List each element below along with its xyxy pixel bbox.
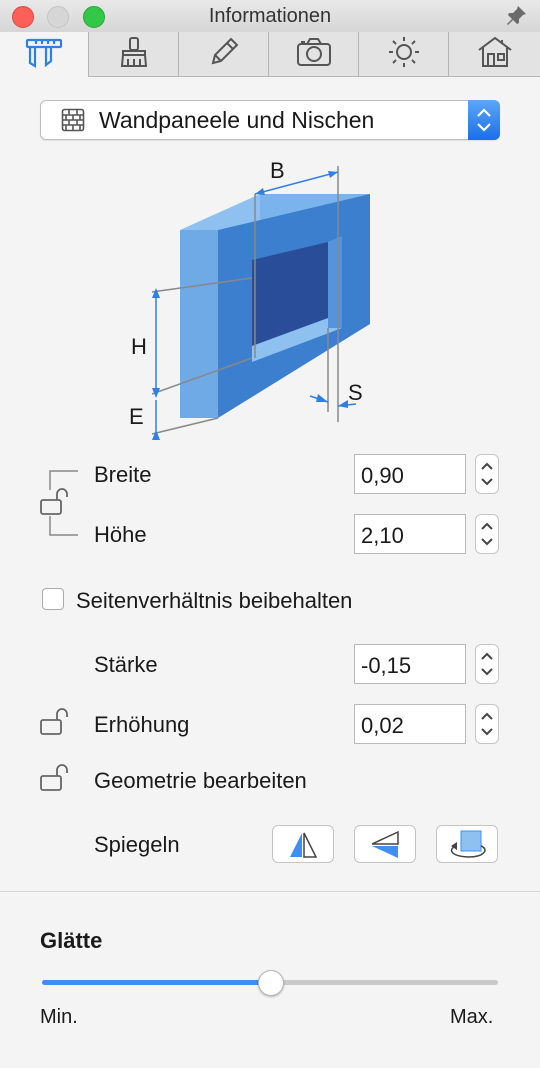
flip-vertical-icon	[369, 829, 401, 866]
mirror-vertical-button[interactable]	[354, 825, 416, 863]
elevation-stepper[interactable]	[475, 704, 499, 744]
proportion-lock-icon[interactable]	[39, 486, 73, 523]
smoothness-max-label: Max.	[450, 1006, 494, 1028]
height-label: Höhe	[94, 522, 147, 547]
tab-material[interactable]	[88, 32, 179, 76]
object-type-popup[interactable]: Wandpaneele und Nischen	[40, 100, 500, 140]
height-field[interactable]: 2,10	[354, 514, 466, 554]
brick-icon	[61, 108, 85, 137]
tab-edit[interactable]	[178, 32, 269, 76]
popup-chevron-icon	[468, 100, 500, 140]
flip-horizontal-icon	[287, 830, 319, 865]
elevation-lock-icon[interactable]	[39, 706, 73, 743]
sun-icon	[387, 35, 421, 74]
rotate-button[interactable]	[436, 825, 498, 863]
diagram-label-width: B	[270, 158, 285, 183]
caliper-icon	[24, 35, 64, 74]
thickness-field[interactable]: -0,15	[354, 644, 466, 684]
width-field[interactable]: 0,90	[354, 454, 466, 494]
keep-aspect-label: Seitenverhältnis beibehalten	[76, 588, 353, 613]
thickness-label: Stärke	[94, 652, 158, 677]
mirror-label: Spiegeln	[94, 832, 180, 857]
smoothness-slider-knob[interactable]	[258, 970, 284, 996]
pin-icon[interactable]	[504, 4, 528, 33]
width-label: Breite	[94, 462, 152, 487]
section-separator	[0, 891, 540, 892]
diagram-label-height: H	[131, 334, 147, 359]
edit-geometry-label: Geometrie bearbeiten	[94, 768, 307, 793]
height-stepper[interactable]	[475, 514, 499, 554]
pencil-icon	[207, 35, 241, 74]
keep-aspect-checkbox[interactable]	[42, 588, 64, 610]
tab-light[interactable]	[358, 32, 449, 76]
smoothness-slider-fill	[42, 980, 270, 985]
rotate-icon	[445, 829, 491, 866]
title-bar: Informationen	[0, 0, 540, 33]
width-stepper[interactable]	[475, 454, 499, 494]
inspector-tabs	[0, 32, 540, 77]
tab-dimensions[interactable]	[0, 32, 88, 77]
diagram-label-elevation: E	[129, 404, 144, 429]
object-type-label: Wandpaneele und Nischen	[99, 107, 375, 133]
elevation-label: Erhöhung	[94, 712, 190, 737]
window-title: Informationen	[208, 5, 332, 27]
brush-icon	[118, 35, 150, 74]
tab-building[interactable]	[448, 32, 540, 76]
niche-diagram	[151, 166, 370, 440]
elevation-field[interactable]: 0,02	[354, 704, 466, 744]
tab-camera[interactable]	[268, 32, 359, 76]
smoothness-min-label: Min.	[40, 1006, 78, 1028]
geometry-lock-icon[interactable]	[39, 762, 73, 799]
smoothness-heading: Glätte	[40, 928, 103, 953]
diagram-label-thickness: S	[348, 380, 363, 405]
house-icon	[476, 35, 514, 74]
mirror-horizontal-button[interactable]	[272, 825, 334, 863]
camera-icon	[295, 36, 333, 73]
thickness-stepper[interactable]	[475, 644, 499, 684]
